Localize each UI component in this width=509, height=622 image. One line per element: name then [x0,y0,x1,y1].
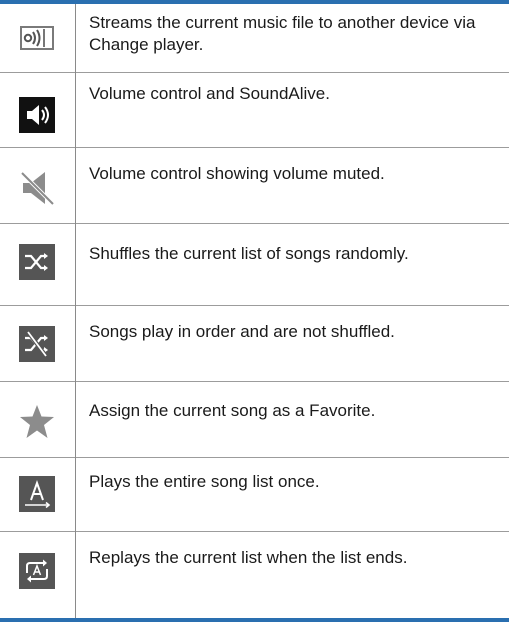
icon-cell [0,148,75,224]
icon-cell [0,382,75,458]
table-row: Streams the current music file to anothe… [0,4,509,73]
change-player-icon [20,26,54,50]
column-divider [75,4,76,618]
table-row: Plays the entire song list once. [0,458,509,532]
repeat-all-icon [19,553,55,589]
shuffle-on-icon [19,244,55,280]
icon-legend-table: Streams the current music file to anothe… [0,0,509,622]
volume-icon [19,97,55,133]
row-description: Volume control showing volume muted. [89,164,385,183]
icon-cell [0,73,75,148]
row-description: Streams the current music file to anothe… [89,13,476,54]
icon-cell [0,306,75,382]
row-description: Volume control and SoundAlive. [89,84,330,103]
play-once-icon [19,476,55,512]
row-description: Replays the current list when the list e… [89,548,408,567]
favorite-star-icon [20,405,54,438]
table-bottom-rule [0,618,509,622]
shuffle-off-icon [19,326,55,362]
table-row: Songs play in order and are not shuffled… [0,306,509,382]
row-description: Assign the current song as a Favorite. [89,401,376,420]
row-description: Songs play in order and are not shuffled… [89,322,395,341]
table-row: Volume control showing volume muted. [0,148,509,224]
table-row: Replays the current list when the list e… [0,532,509,618]
table-row: Assign the current song as a Favorite. [0,382,509,458]
icon-cell [0,458,75,532]
row-description: Plays the entire song list once. [89,472,320,491]
row-description: Shuffles the current list of songs rando… [89,244,409,263]
table-row: Shuffles the current list of songs rando… [0,224,509,306]
volume-muted-icon [20,171,55,206]
icon-cell [0,224,75,306]
icon-cell [0,532,75,618]
icon-cell [0,4,75,73]
table-row: Volume control and SoundAlive. [0,73,509,148]
